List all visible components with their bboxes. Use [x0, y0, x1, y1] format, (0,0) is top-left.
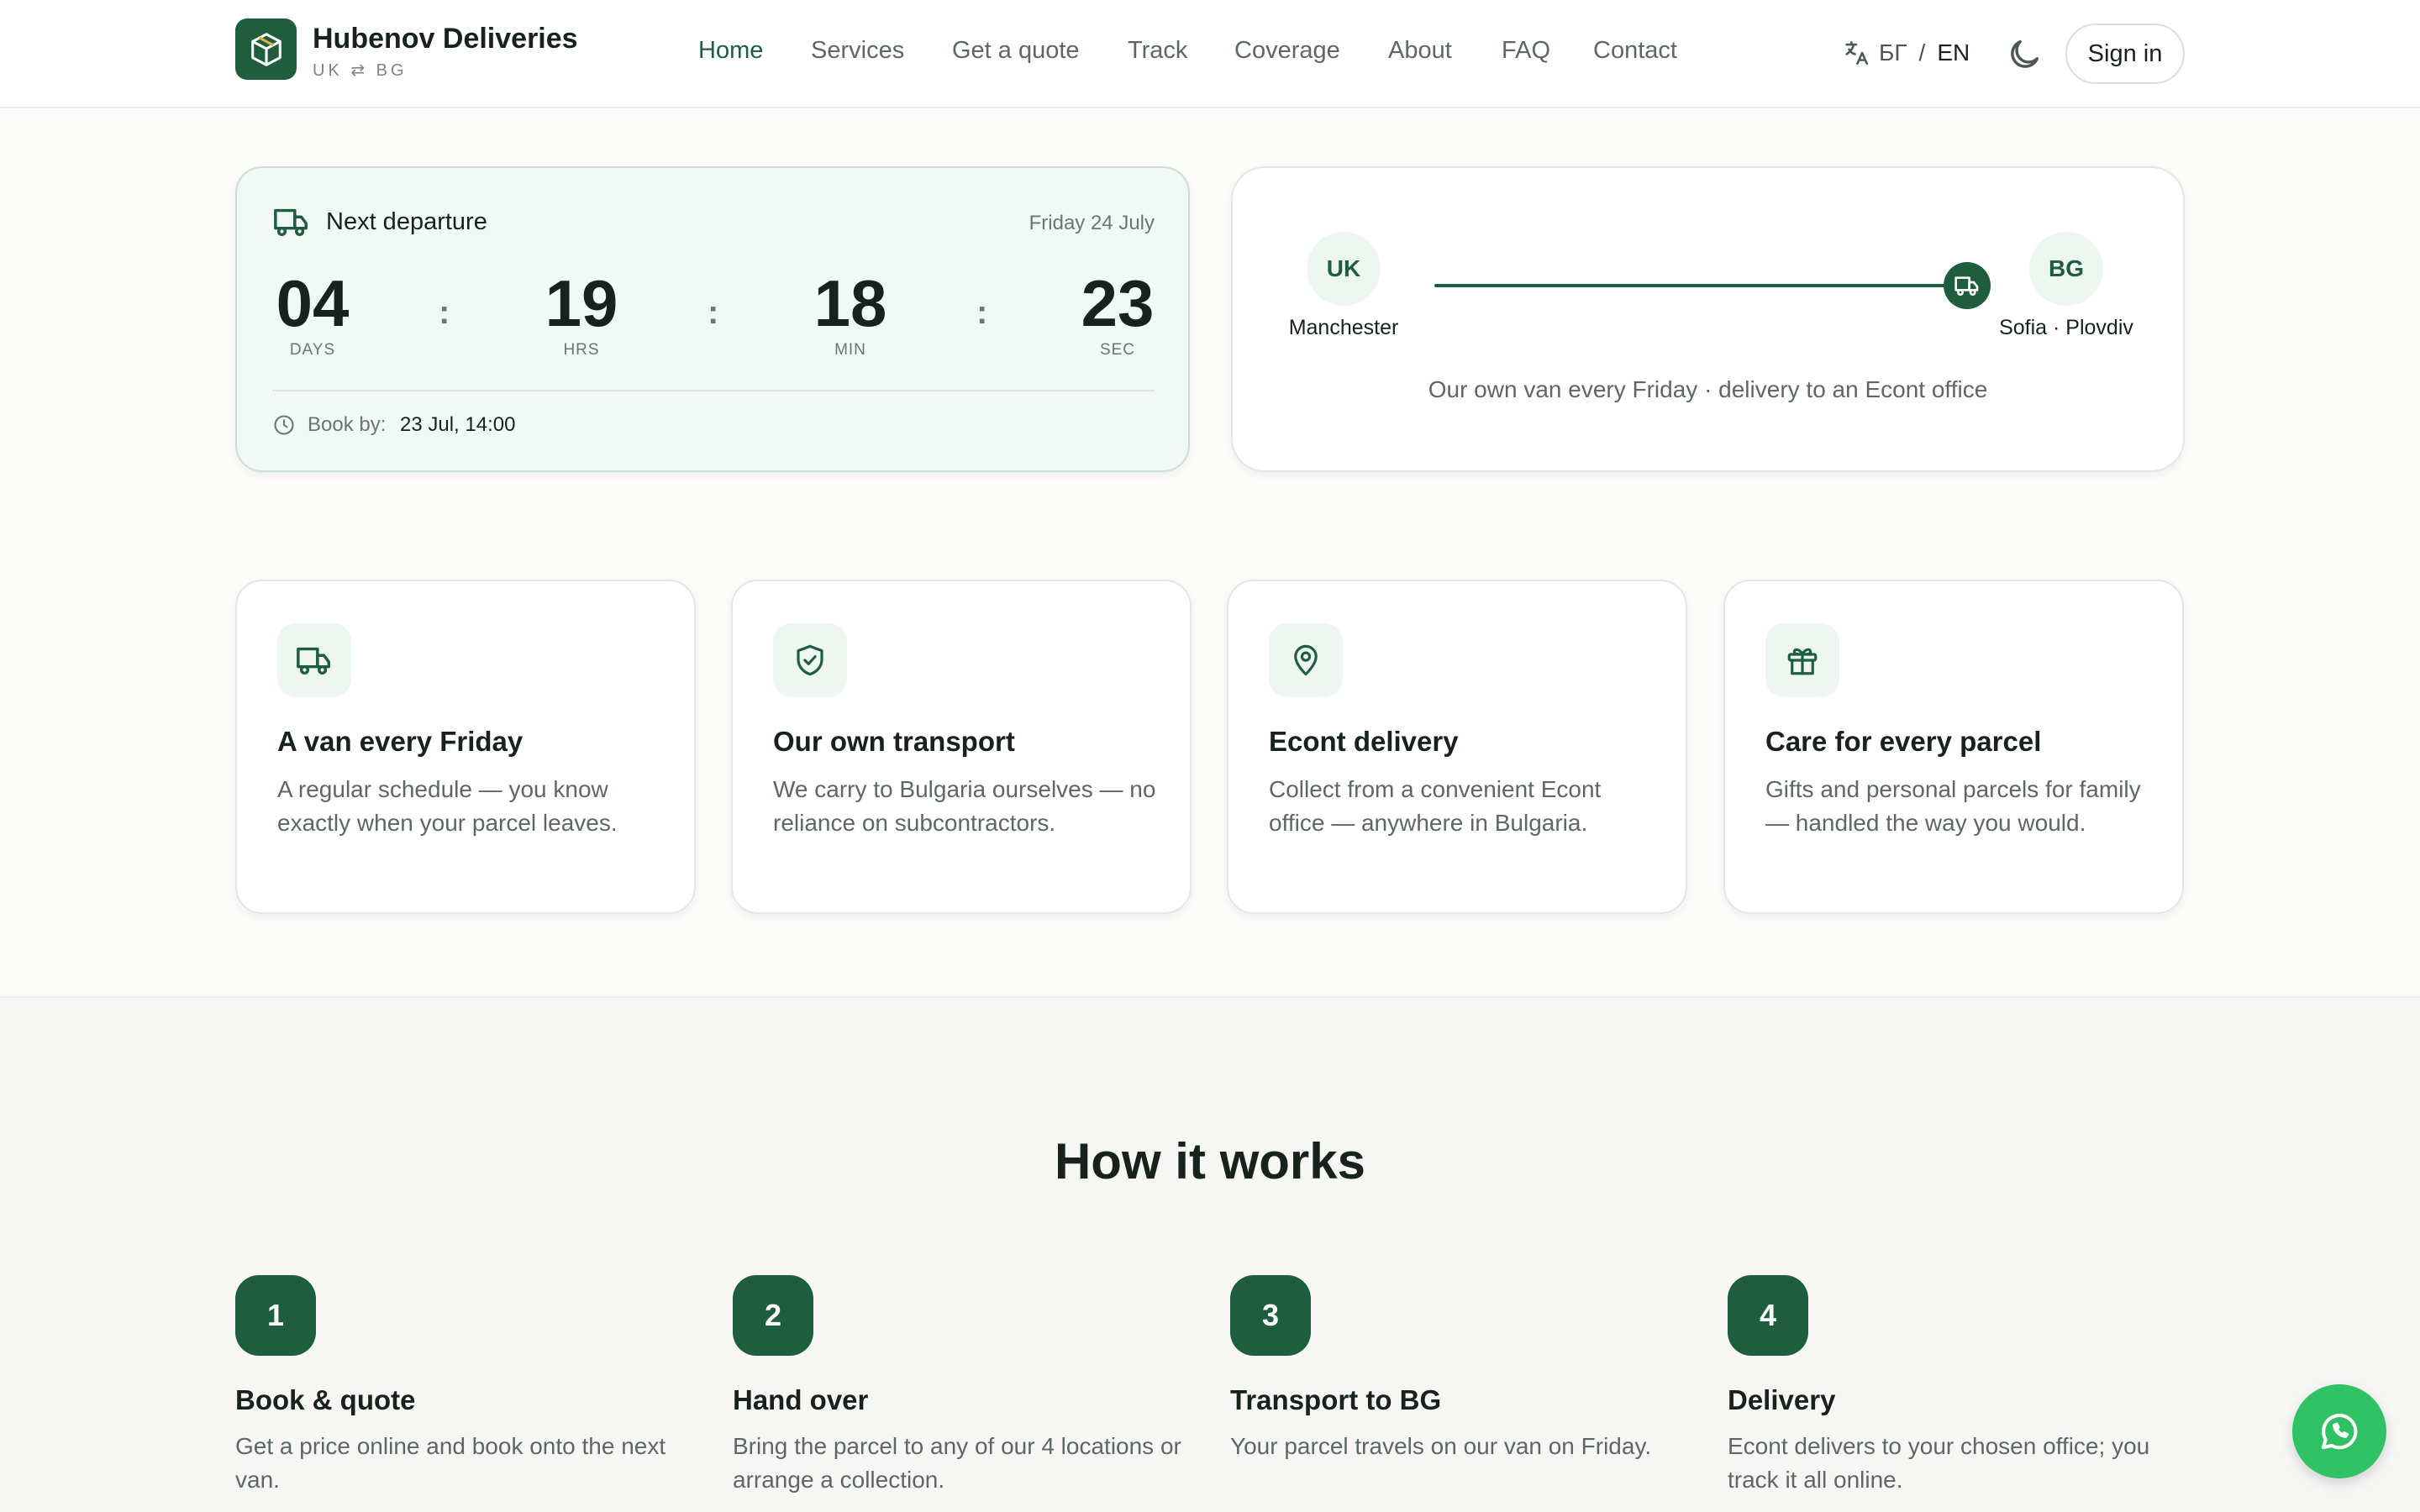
step-description: Your parcel travels on our van on Friday… — [1230, 1433, 1652, 1459]
countdown-seconds-label: SEC — [1099, 341, 1136, 359]
feature-description: A regular schedule — you know exactly wh… — [277, 776, 618, 836]
nav-about[interactable]: About — [1388, 37, 1452, 65]
countdown-minutes-label: MIN — [834, 341, 866, 359]
feature-card: Our own transport We carry to Bulgaria o… — [731, 580, 1192, 914]
countdown-hours: 19 — [544, 266, 618, 340]
language-switcher[interactable]: БГ / EN — [1842, 39, 1970, 67]
destination-badge: BG — [2029, 232, 2103, 306]
section-title: How it works — [1054, 1133, 1366, 1189]
step-description: Get a price online and book onto the nex… — [235, 1433, 666, 1493]
departure-date: Friday 24 July — [1028, 212, 1155, 234]
book-by-label: Book by: — [308, 413, 387, 436]
countdown-separator: : — [976, 294, 988, 331]
feature-icon-box — [773, 623, 847, 697]
countdown-days: 04 — [276, 266, 350, 340]
feature-description: We carry to Bulgaria ourselves — no reli… — [773, 776, 1156, 836]
step-title: Delivery — [1728, 1384, 1836, 1415]
origin-city: Manchester — [1288, 316, 1399, 339]
lang-bg[interactable]: БГ — [1879, 39, 1907, 66]
nav-track[interactable]: Track — [1128, 37, 1187, 65]
brand-name[interactable]: Hubenov Deliveries — [313, 23, 578, 55]
truck-icon — [1954, 276, 1979, 296]
next-departure-title: Next departure — [326, 208, 487, 235]
feature-title: Our own transport — [773, 726, 1015, 757]
theme-toggle[interactable] — [2005, 35, 2044, 74]
feature-icon-box — [1765, 623, 1839, 697]
nav-home[interactable]: Home — [698, 37, 763, 65]
step-number: 3 — [1230, 1275, 1311, 1356]
feature-title: A van every Friday — [277, 726, 523, 757]
map-pin-icon — [1294, 644, 1318, 676]
feature-title: Econt delivery — [1269, 726, 1459, 757]
gift-icon — [1787, 648, 1818, 675]
route-van-marker — [1944, 262, 1991, 309]
countdown-hours-label: HRS — [563, 341, 600, 359]
route-card: UK Manchester BG Sofia · Plovdiv Our own… — [1231, 166, 2185, 472]
lang-separator: / — [1918, 39, 1926, 66]
countdown-separator: : — [708, 294, 719, 331]
truck-icon — [274, 208, 308, 237]
box-icon — [250, 32, 281, 66]
countdown-separator: : — [439, 294, 450, 331]
step-number: 4 — [1728, 1275, 1808, 1356]
feature-card: A van every Friday A regular schedule — … — [235, 580, 696, 914]
origin-badge: UK — [1307, 232, 1381, 306]
route-line — [1434, 284, 1955, 287]
feature-icon-box — [277, 623, 351, 697]
site-header: Hubenov Deliveries UK ⇄ BG Home Services… — [0, 0, 2420, 108]
countdown-minutes: 18 — [813, 266, 887, 340]
brand-logo[interactable] — [235, 18, 297, 80]
step-title: Hand over — [733, 1384, 869, 1415]
book-by-value: 23 Jul, 14:00 — [400, 413, 516, 436]
nav-get-a-quote[interactable]: Get a quote — [952, 37, 1080, 65]
clock-icon — [274, 415, 294, 435]
how-it-works-section: How it works 1 Book & quote Get a price … — [0, 996, 2420, 1512]
whatsapp-icon — [2321, 1414, 2358, 1450]
card-divider — [272, 390, 1155, 391]
countdown-seconds: 23 — [1081, 266, 1155, 340]
step-number: 2 — [733, 1275, 813, 1356]
feature-card: Econt delivery Collect from a convenient… — [1227, 580, 1687, 914]
translate-icon — [1845, 40, 1869, 66]
whatsapp-button[interactable] — [2292, 1384, 2386, 1478]
lang-en[interactable]: EN — [1937, 39, 1970, 66]
step-description: Econt delivers to your chosen office; yo… — [1728, 1433, 2150, 1493]
route-description: Our own van every Friday · delivery to a… — [1428, 376, 1988, 402]
countdown-days-label: DAYS — [289, 341, 336, 359]
step-title: Book & quote — [235, 1384, 416, 1415]
feature-icon-box — [1269, 623, 1343, 697]
next-departure-card: Next departure Friday 24 July 04 DAYS : … — [235, 166, 1190, 472]
step-number: 1 — [235, 1275, 316, 1356]
feature-card: Care for every parcel Gifts and personal… — [1723, 580, 2184, 914]
feature-description: Gifts and personal parcels for family — … — [1765, 776, 2141, 836]
step-title: Transport to BG — [1230, 1384, 1442, 1415]
feature-description: Collect from a convenient Econt office —… — [1269, 776, 1602, 836]
nav-faq[interactable]: FAQ — [1502, 37, 1550, 65]
brand-subtitle: UK ⇄ BG — [313, 61, 408, 80]
destination-city: Sofia · Plovdiv — [1999, 316, 2133, 339]
nav-contact[interactable]: Contact — [1593, 37, 1677, 65]
shield-check-icon — [797, 644, 823, 676]
nav-coverage[interactable]: Coverage — [1234, 37, 1340, 65]
truck-icon — [297, 647, 330, 675]
moon-icon — [2011, 39, 2039, 68]
feature-title: Care for every parcel — [1765, 726, 2042, 757]
sign-in-button[interactable]: Sign in — [2065, 24, 2185, 84]
step-description: Bring the parcel to any of our 4 locatio… — [733, 1433, 1181, 1493]
nav-services[interactable]: Services — [811, 37, 904, 65]
